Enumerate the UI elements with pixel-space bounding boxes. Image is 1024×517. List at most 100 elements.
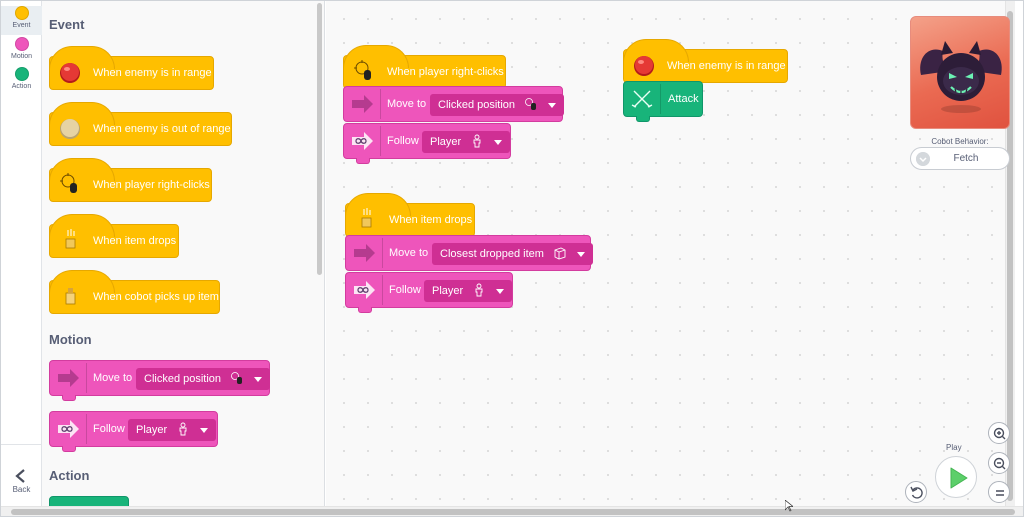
chevron-down-icon xyxy=(200,428,209,433)
category-event[interactable]: Event xyxy=(1,6,42,35)
category-motion[interactable]: Motion xyxy=(1,37,42,63)
category-action[interactable]: Action xyxy=(1,67,42,93)
category-action-label: Action xyxy=(11,83,32,90)
mouse-click-icon xyxy=(231,372,243,384)
chevron-down-icon xyxy=(548,103,557,108)
script2-hat-item-drops[interactable]: When item drops xyxy=(345,193,475,237)
undo-button[interactable] xyxy=(905,481,927,503)
block-notch xyxy=(636,116,650,122)
script2-follow[interactable]: Follow Player xyxy=(345,272,513,313)
red-button-icon xyxy=(60,63,80,83)
block-divider xyxy=(382,238,383,268)
dropdown-value: Player xyxy=(430,136,462,148)
chevron-down-icon xyxy=(494,140,503,145)
script2-move-to[interactable]: Move to Closest dropped item xyxy=(345,235,594,271)
item-drop-icon xyxy=(65,229,76,249)
action-dot-icon xyxy=(14,67,29,81)
infinity-arrow-icon xyxy=(58,420,79,438)
block-label: Move to xyxy=(387,98,427,110)
script1-hat-player-right-clicks[interactable]: When player right-clicks xyxy=(343,45,506,89)
script1-move-dropdown[interactable]: Clicked position xyxy=(430,94,565,116)
block-label: When cobot picks up item xyxy=(93,291,219,303)
palette-block-move-to[interactable]: Move to Clicked position xyxy=(49,360,271,401)
block-label: Move to xyxy=(93,372,133,384)
block-label: When item drops xyxy=(389,214,473,226)
block-label: Follow xyxy=(93,423,125,435)
block-divider xyxy=(660,84,661,114)
palette-block-player-right-clicks[interactable]: When player right-clicks xyxy=(49,158,212,202)
undo-icon xyxy=(910,486,923,499)
script2-follow-dropdown[interactable]: Player xyxy=(424,280,513,302)
block-divider xyxy=(86,414,87,444)
cobot-behavior-label: Cobot Behavior: xyxy=(931,137,989,146)
palette-block-enemy-out-of-range[interactable]: When enemy is out of range xyxy=(49,102,232,146)
category-rail: Event Motion Action Back xyxy=(1,1,42,508)
bat-cobot-icon xyxy=(920,41,1002,113)
category-motion-label: Motion xyxy=(10,53,32,60)
mouse-cursor-icon xyxy=(785,500,793,512)
script2-move-dropdown[interactable]: Closest dropped item xyxy=(432,243,594,265)
action-section-title: Action xyxy=(49,468,90,483)
palette-block-enemy-in-range[interactable]: When enemy is in range xyxy=(49,46,214,90)
horizontal-scroll-thumb[interactable] xyxy=(11,509,1015,515)
rail-divider xyxy=(1,444,42,445)
beige-button-icon xyxy=(60,119,80,139)
cobot-behavior-selector[interactable]: Fetch xyxy=(910,147,1010,170)
block-divider xyxy=(86,363,87,393)
event-dot-icon xyxy=(14,6,29,20)
cube-icon xyxy=(554,247,566,260)
workspace-horizontal-scrollbar[interactable] xyxy=(1,506,1023,516)
category-event-label: Event xyxy=(12,22,31,29)
item-drop-icon xyxy=(361,208,372,228)
palette-block-item-drops[interactable]: When item drops xyxy=(49,214,179,258)
block-notch xyxy=(356,158,370,164)
script3-hat-enemy-in-range[interactable]: When enemy is in range xyxy=(623,39,788,83)
mouse-click-icon xyxy=(60,173,77,193)
arrow-right-icon xyxy=(58,369,79,387)
zoom-in-button[interactable] xyxy=(988,422,1010,444)
dropdown-value: Player xyxy=(432,285,464,297)
zoom-out-button[interactable] xyxy=(988,452,1010,474)
palette-scrollbar[interactable] xyxy=(317,3,322,275)
infinity-arrow-icon xyxy=(352,132,373,150)
script1-follow[interactable]: Follow Player xyxy=(343,123,511,164)
block-divider xyxy=(382,275,383,305)
script1-follow-dropdown[interactable]: Player xyxy=(422,131,511,153)
cobot-editor: Event Motion Action Back Event When enem… xyxy=(0,0,1024,517)
motion-dot-icon xyxy=(14,37,29,51)
script3-attack[interactable]: Attack xyxy=(623,81,703,122)
mouse-click-icon xyxy=(354,60,371,80)
person-icon xyxy=(473,134,481,148)
palette-block-follow[interactable]: Follow Player xyxy=(49,411,218,452)
palette-block-cobot-picks-up[interactable]: When cobot picks up item xyxy=(49,270,220,314)
block-label: When enemy is in range xyxy=(667,60,786,72)
person-icon xyxy=(475,283,483,297)
follow-dropdown[interactable]: Player xyxy=(128,419,217,441)
reset-zoom-button[interactable] xyxy=(988,481,1010,503)
block-label: Follow xyxy=(387,135,419,147)
move-to-dropdown[interactable]: Clicked position xyxy=(136,368,271,390)
dropdown-value: Clicked position xyxy=(144,373,222,385)
block-label: When player right-clicks xyxy=(93,179,210,191)
block-label: Attack xyxy=(668,93,699,105)
event-section-title: Event xyxy=(49,17,85,32)
block-label: When item drops xyxy=(93,235,177,247)
crossed-swords-icon xyxy=(631,90,653,108)
dropdown-value: Closest dropped item xyxy=(440,248,544,260)
block-label: When enemy is out of range xyxy=(93,123,231,135)
dropdown-value: Clicked position xyxy=(438,99,516,111)
zoom-out-icon xyxy=(993,457,1006,470)
chevron-down-icon xyxy=(254,377,263,382)
back-button[interactable]: Back xyxy=(1,467,42,494)
block-label: Move to xyxy=(389,247,429,259)
back-label: Back xyxy=(12,485,31,494)
arrow-right-icon xyxy=(354,244,375,262)
script1-move-to[interactable]: Move to Clicked position xyxy=(343,86,565,122)
play-button[interactable] xyxy=(935,456,977,498)
chevron-down-icon xyxy=(496,289,505,294)
block-divider xyxy=(380,126,381,156)
bottle-icon xyxy=(65,288,76,305)
cobot-behavior-value: Fetch xyxy=(953,153,979,164)
motion-section-title: Motion xyxy=(49,332,92,347)
equals-icon xyxy=(996,490,1004,496)
